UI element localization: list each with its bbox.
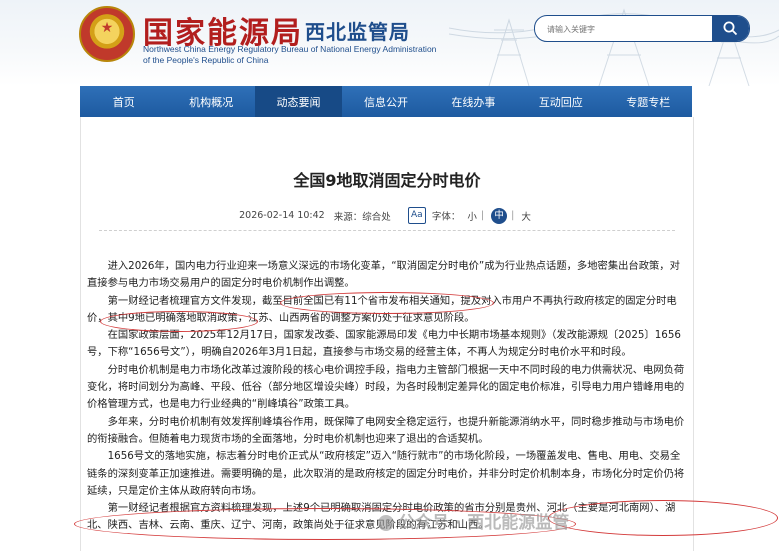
site-english-line-1: Northwest China Energy Regulatory Bureau… (143, 44, 437, 54)
nav-item-home[interactable]: 首页 (80, 86, 167, 117)
font-small-button[interactable]: 小 (467, 212, 477, 223)
font-large-button[interactable]: 大 (521, 212, 531, 223)
nav-item-about[interactable]: 机构概况 (167, 86, 254, 117)
national-emblem-icon: ★ (79, 6, 135, 62)
article-source: 来源：综合处 (333, 211, 391, 223)
meta-divider (99, 230, 675, 231)
nav-item-online-service[interactable]: 在线办事 (430, 86, 517, 117)
site-branch: 西北监管局 (305, 20, 410, 44)
search-button[interactable] (712, 16, 749, 41)
font-label: 字体： (431, 211, 461, 223)
article-paragraph: 分时电价机制是电力市场化改革过渡阶段的核心电价调控手段，指电力主管部门根据一天中… (87, 363, 685, 411)
article-paragraph: 1656号文的落地实施，标志着分时电价正式从“政府核定”迈入“随行就市”的市场化… (87, 450, 685, 497)
nav-item-special-topics[interactable]: 专题专栏 (605, 86, 692, 117)
highlight-circle (280, 292, 494, 314)
highlight-circle (100, 311, 258, 332)
nav-item-news[interactable]: 动态要闻 (254, 86, 343, 117)
power-tower-background (449, 8, 779, 86)
search-icon (723, 21, 738, 36)
nav-item-disclosure[interactable]: 信息公开 (342, 86, 429, 117)
site-english-line-2: of the People's Republic of China (143, 55, 269, 65)
main-nav: 首页 机构概况 动态要闻 信息公开 在线办事 互动回应 专题专栏 (80, 86, 692, 117)
font-size-icon: Aa (407, 207, 426, 224)
article-date: 2026-02-14 10:42 (239, 210, 325, 221)
watermark-text: 公众号 · 西北能源监管 (398, 513, 570, 533)
highlight-circle (548, 500, 778, 536)
wechat-icon (378, 515, 394, 531)
article-paragraph: 多年来，分时电价机制有效发挥削峰填谷作用，既保障了电网安全稳定运行，也提升新能源… (87, 415, 685, 445)
site-english-name: Northwest China Energy Regulatory Bureau… (143, 44, 436, 66)
nav-item-interaction[interactable]: 互动回应 (517, 86, 604, 117)
search-input[interactable] (545, 19, 709, 39)
site-header: ★ 国家能源局 西北监管局 Northwest China Energy Reg… (0, 0, 779, 86)
article-title: 全国9地取消固定分时电价 (293, 171, 481, 190)
search-box (534, 15, 750, 42)
watermark: 公众号 · 西北能源监管 (378, 508, 569, 533)
article-paragraph: 进入2026年，国内电力行业迎来一场意义深远的市场化变革，“取消固定分时电价”成… (87, 260, 680, 290)
font-medium-button[interactable]: 中 (491, 207, 508, 224)
article-paragraph: 在国家政策层面，2025年12月17日，国家发改委、国家能源局印发《电力中长期市… (87, 329, 681, 359)
article-meta: 2026-02-14 10:42 来源：综合处 Aa 字体： 小 | 中 | 大 (81, 207, 693, 224)
